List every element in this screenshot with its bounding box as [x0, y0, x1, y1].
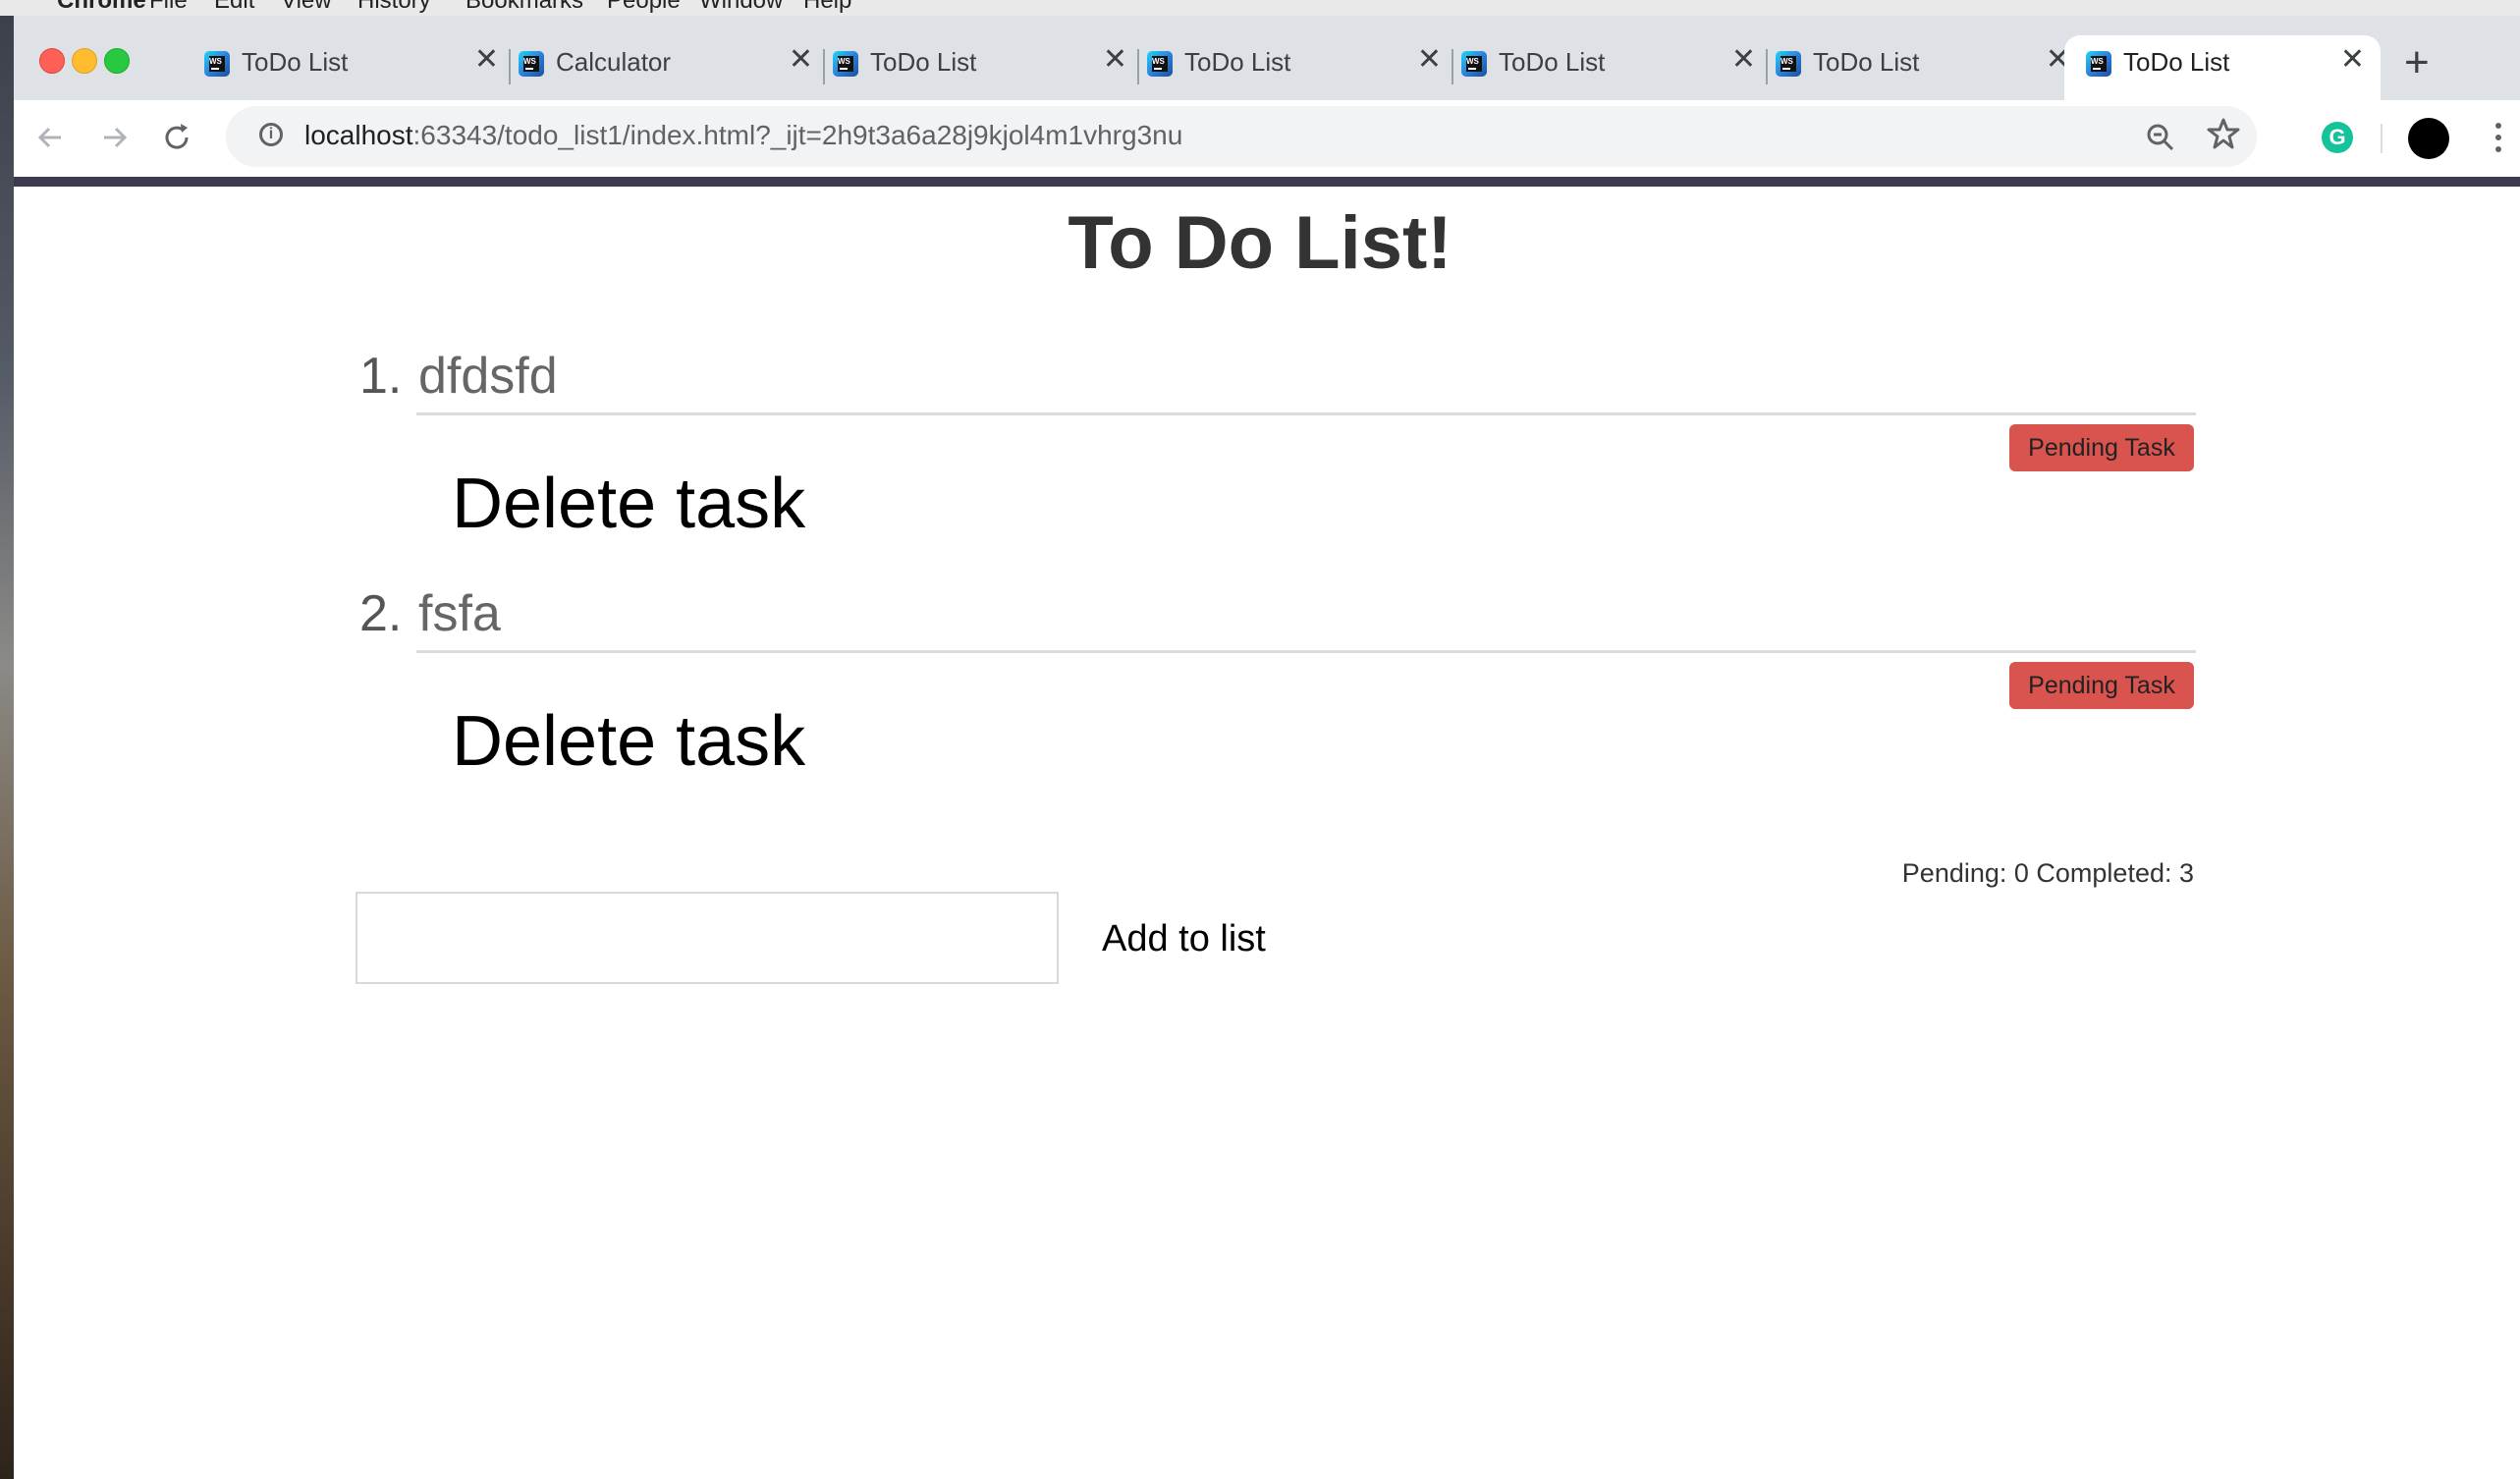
reload-button[interactable]: [157, 118, 196, 157]
url-text[interactable]: localhost:63343/todo_list1/index.html?_i…: [304, 120, 1182, 151]
zoom-icon[interactable]: [2141, 118, 2180, 157]
tab-title: ToDo List: [1813, 47, 1920, 77]
tab-title: ToDo List: [1499, 47, 1606, 77]
todo-underline: [416, 412, 2196, 415]
menubar-item-view[interactable]: View: [281, 0, 332, 15]
close-tab-icon[interactable]: ✕: [474, 45, 499, 75]
arrow-right-icon: [104, 127, 128, 148]
back-button[interactable]: [31, 118, 71, 157]
todo-number: 1.: [359, 348, 403, 405]
more-menu-icon[interactable]: [2489, 114, 2508, 173]
menubar-item-history[interactable]: History: [357, 0, 431, 15]
menubar-item-edit[interactable]: Edit: [214, 0, 254, 15]
close-tab-icon[interactable]: ✕: [789, 45, 813, 75]
add-to-list-button[interactable]: Add to list: [1102, 909, 1266, 968]
webstorm-icon: WS: [204, 51, 230, 77]
browser-tab[interactable]: WS ToDo List ✕: [823, 35, 1139, 100]
tab-title: ToDo List: [870, 47, 977, 77]
url-path: :63343/todo_list1/index.html?_ijt=2h9t3a…: [412, 120, 1183, 150]
profile-avatar[interactable]: [2408, 118, 2449, 159]
webstorm-icon: WS: [2086, 51, 2111, 77]
url-host: localhost: [304, 120, 413, 150]
browser-tab[interactable]: WS Calculator ✕: [509, 35, 825, 100]
status-badge[interactable]: Pending Task: [2009, 424, 2194, 471]
todo-underline: [416, 650, 2196, 653]
browser-toolbar: i localhost:63343/todo_list1/index.html?…: [14, 100, 2520, 177]
todo-number: 2.: [359, 585, 403, 642]
browser-tab-active[interactable]: WS ToDo List ✕: [2064, 35, 2381, 100]
delete-task-button[interactable]: Delete task: [452, 697, 805, 786]
os-menubar: Chrome File Edit View History Bookmarks …: [0, 0, 2520, 16]
todo-text[interactable]: fsfa: [418, 579, 501, 648]
bookmark-star-icon[interactable]: [2204, 114, 2243, 163]
browser-tab[interactable]: WS ToDo List ✕: [194, 35, 511, 100]
page-top-border: [14, 177, 2520, 187]
browser-window: WS ToDo List ✕ WS Calculator ✕ WS ToDo L…: [14, 16, 2520, 1479]
tab-strip: WS ToDo List ✕ WS Calculator ✕ WS ToDo L…: [14, 16, 2520, 100]
todo-item: 1. dfdsfd Pending Task Delete task: [14, 342, 2520, 577]
address-bar[interactable]: i localhost:63343/todo_list1/index.html?…: [226, 106, 2257, 167]
menubar-item-help[interactable]: Help: [803, 0, 851, 15]
menubar-item-window[interactable]: Window: [699, 0, 783, 15]
task-counts: Pending: 0 Completed: 3: [1901, 858, 2194, 888]
tab-title: ToDo List: [1184, 47, 1291, 77]
page-title: To Do List!: [1068, 201, 1452, 285]
forward-button[interactable]: [94, 118, 134, 157]
close-tab-icon[interactable]: ✕: [1103, 45, 1127, 75]
browser-tab[interactable]: WS ToDo List ✕: [1766, 35, 2080, 100]
delete-task-button[interactable]: Delete task: [452, 460, 805, 548]
browser-tab[interactable]: WS ToDo List ✕: [1137, 35, 1453, 100]
info-icon[interactable]: i: [259, 123, 283, 146]
menubar-item-bookmarks[interactable]: Bookmarks: [466, 0, 583, 15]
menubar-item-people[interactable]: People: [607, 0, 681, 15]
new-tab-button[interactable]: +: [2404, 41, 2430, 84]
arrow-left-icon: [37, 127, 61, 148]
close-tab-icon[interactable]: ✕: [2340, 45, 2365, 75]
toolbar-divider: [2381, 124, 2383, 153]
window-maximize-button[interactable]: [104, 48, 130, 74]
window-minimize-button[interactable]: [72, 48, 97, 74]
close-tab-icon[interactable]: ✕: [1417, 45, 1442, 75]
todo-text[interactable]: dfdsfd: [418, 342, 558, 411]
menubar-item-file[interactable]: File: [149, 0, 188, 15]
todo-item: 2. fsfa Pending Task Delete task: [14, 579, 2520, 815]
browser-tab[interactable]: WS ToDo List ✕: [1452, 35, 1768, 100]
webstorm-icon: WS: [1147, 51, 1173, 77]
reload-icon: [165, 124, 189, 149]
page-content: To Do List! 1. dfdsfd Pending Task Delet…: [14, 187, 2520, 1479]
webstorm-icon: WS: [1776, 51, 1801, 77]
new-task-input[interactable]: [356, 892, 1059, 984]
status-badge[interactable]: Pending Task: [2009, 662, 2194, 709]
webstorm-icon: WS: [1461, 51, 1487, 77]
grammarly-extension-icon[interactable]: G: [2322, 122, 2353, 153]
menubar-item-chrome[interactable]: Chrome: [57, 0, 146, 15]
tab-title: Calculator: [556, 47, 672, 77]
tab-title: ToDo List: [2123, 47, 2230, 77]
window-close-button[interactable]: [39, 48, 65, 74]
webstorm-icon: WS: [519, 51, 544, 77]
tab-title: ToDo List: [242, 47, 349, 77]
close-tab-icon[interactable]: ✕: [1731, 45, 1756, 75]
webstorm-icon: WS: [833, 51, 858, 77]
